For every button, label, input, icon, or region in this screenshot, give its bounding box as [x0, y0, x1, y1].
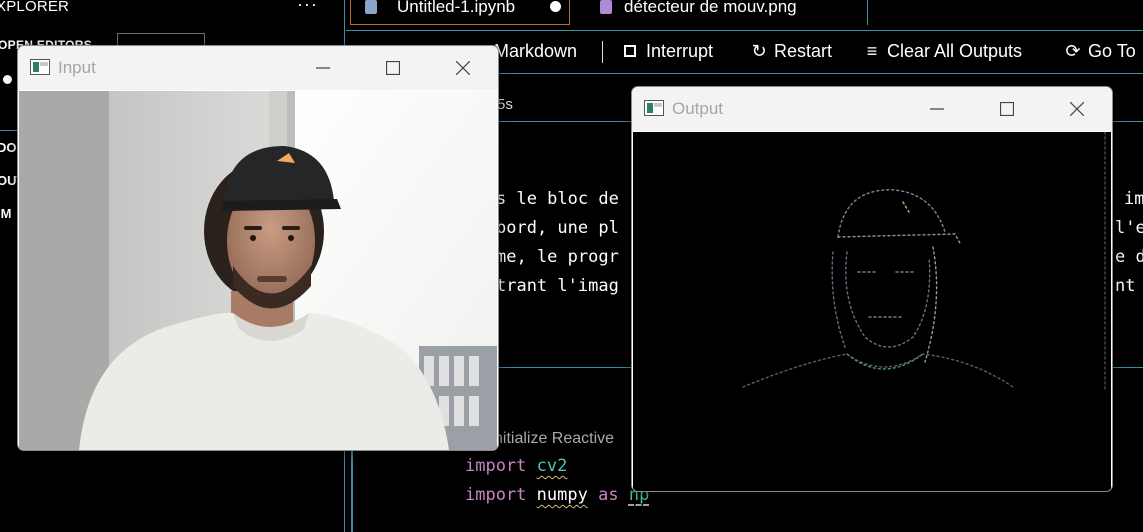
- edge-frame: [742, 132, 1106, 393]
- sidebar-section-3[interactable]: IM: [0, 206, 11, 221]
- cell-execution-time: 5s: [497, 96, 513, 113]
- sidebar-section-1[interactable]: DO: [0, 140, 17, 155]
- maximize-icon[interactable]: [985, 95, 1029, 123]
- markdown-line-1: s le bloc de: [496, 189, 619, 209]
- tab-detecteur-png[interactable]: détecteur de mouv.png: [578, 0, 868, 25]
- markdown-line-2: bord, une pl: [496, 218, 619, 238]
- motion-detection-output-image: [633, 132, 1111, 491]
- close-icon[interactable]: [441, 54, 485, 82]
- restart-icon: ↻: [751, 41, 767, 61]
- go-to-button[interactable]: ⟳ Go To: [1064, 41, 1135, 62]
- more-actions-icon[interactable]: ···: [297, 0, 318, 15]
- output-window[interactable]: Output: [631, 86, 1113, 492]
- input-window-titlebar[interactable]: Input: [18, 46, 498, 90]
- interrupt-button[interactable]: Interrupt: [624, 41, 713, 62]
- close-icon[interactable]: [1055, 95, 1099, 123]
- markdown-line-1-right: im: [1124, 189, 1143, 209]
- input-window[interactable]: Input: [17, 45, 499, 451]
- window-app-icon: [644, 100, 664, 116]
- editor-tab-bar: Untitled-1.ipynb détecteur de mouv.png: [346, 0, 1143, 28]
- stop-icon: [624, 45, 636, 57]
- output-window-titlebar[interactable]: Output: [632, 87, 1112, 131]
- window-app-icon: [30, 59, 50, 75]
- code-line-2[interactable]: import numpy as np: [465, 485, 649, 505]
- window-title: Input: [58, 58, 96, 77]
- minimize-icon[interactable]: [301, 54, 345, 82]
- window-title: Output: [672, 99, 724, 118]
- markdown-button[interactable]: Markdown: [494, 41, 577, 62]
- markdown-line-4: trant l'imag: [496, 276, 619, 296]
- webcam-frame: [19, 91, 497, 450]
- toolbar-separator: [602, 41, 603, 63]
- explorer-title: XPLORER: [0, 0, 70, 15]
- code-line-1[interactable]: import cv2: [465, 456, 567, 476]
- markdown-line-4-right: nt: [1115, 276, 1136, 296]
- restart-button[interactable]: ↻ Restart: [750, 41, 832, 62]
- clear-all-outputs-button[interactable]: ≡ Clear All Outputs: [863, 41, 1022, 62]
- image-file-icon: [600, 0, 612, 14]
- tab-untitled-notebook[interactable]: Untitled-1.ipynb: [350, 0, 570, 25]
- markdown-line-2-right: l'e: [1115, 218, 1143, 238]
- unsaved-dot-icon: [3, 75, 12, 84]
- clear-all-icon: ≡: [866, 41, 878, 61]
- editor-gutter-line: [351, 450, 353, 532]
- minimize-icon[interactable]: [915, 95, 959, 123]
- notebook-icon: [365, 0, 377, 14]
- tab-label: détecteur de mouv.png: [624, 0, 797, 16]
- markdown-line-3: me, le progr: [496, 247, 619, 267]
- maximize-icon[interactable]: [371, 54, 415, 82]
- sync-icon: ⟳: [1065, 41, 1081, 61]
- webcam-feed-image: [19, 91, 497, 450]
- code-comment: nitialize Reactive: [494, 430, 615, 447]
- markdown-line-3-right: e d: [1115, 247, 1143, 267]
- tab-label: Untitled-1.ipynb: [397, 0, 516, 16]
- unsaved-dot-icon[interactable]: [550, 1, 561, 12]
- explorer-header: XPLORER ···: [0, 0, 345, 18]
